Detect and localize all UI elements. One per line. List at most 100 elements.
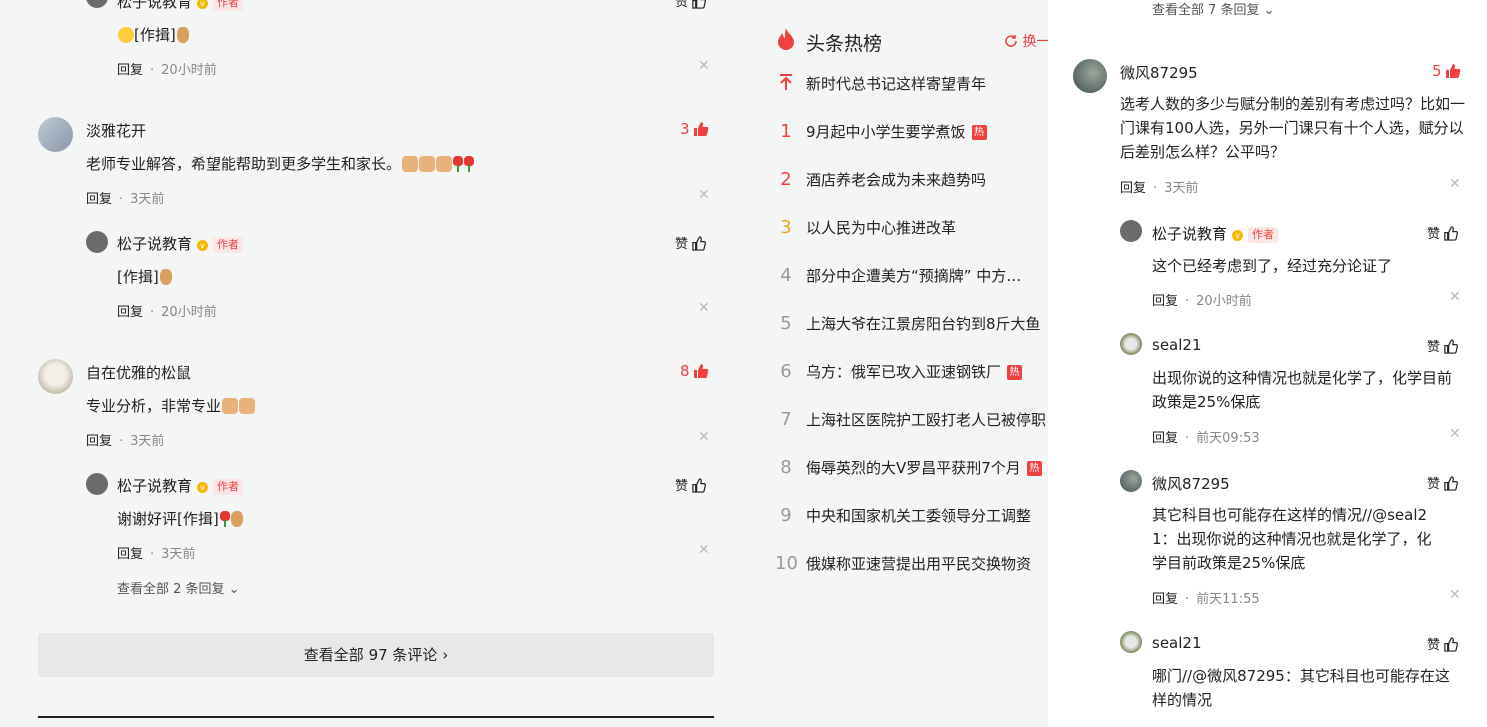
close-icon[interactable]: ✕ — [698, 187, 710, 203]
avatar[interactable] — [1120, 470, 1142, 492]
like-button[interactable]: 赞 — [675, 475, 707, 494]
hot-list-item[interactable]: 8 侮辱英烈的大V罗昌平获刑7个月热 — [775, 457, 1042, 481]
reply-button[interactable]: 回复 — [86, 192, 112, 207]
reply-meta: 回复 · 前天09:53 — [1152, 431, 1260, 446]
comment-meta: 回复 · 3天前 — [1120, 181, 1199, 196]
comment-author[interactable]: 松子说教育 v 作者 — [117, 0, 244, 12]
thumb-emoji-icon — [419, 156, 436, 172]
smile-emoji-icon — [118, 27, 134, 43]
hot-list-item-title: 侮辱英烈的大V罗昌平获刑7个月 — [806, 459, 1021, 477]
comment-time: 前天09:53 — [1196, 431, 1260, 446]
comment-meta: 回复 · 3天前 — [86, 192, 165, 207]
thumb-emoji-icon — [222, 398, 239, 414]
hot-list-item[interactable]: 3 以人民为中心推进改革 — [775, 217, 956, 241]
hot-list-item[interactable]: 5 上海大爷在江景房阳台钓到8斤大鱼 — [775, 313, 1040, 337]
avatar[interactable] — [1120, 220, 1142, 242]
thumb-up-icon — [1444, 339, 1459, 354]
reply-button[interactable]: 回复 — [1152, 294, 1178, 309]
close-icon[interactable]: ✕ — [698, 429, 710, 445]
reply-text: [作揖] — [117, 266, 172, 287]
reply-meta: 回复 · 20小时前 — [1152, 294, 1252, 309]
avatar[interactable] — [1073, 59, 1107, 93]
reply-text: 其它科目也可能存在这样的情况//@seal21：出现你说的这种情况也就是化学了，… — [1152, 506, 1432, 572]
comment-author[interactable]: 淡雅花开 — [86, 120, 146, 141]
comment-author[interactable]: 微风87295 — [1120, 62, 1198, 83]
reply-button[interactable]: 回复 — [1152, 592, 1178, 607]
hot-list-item[interactable]: 2 酒店养老会成为未来趋势吗 — [775, 169, 986, 193]
reply-button[interactable]: 回复 — [117, 305, 143, 320]
avatar[interactable] — [38, 117, 73, 152]
thumb-emoji-icon — [239, 398, 256, 414]
like-button[interactable]: 赞 — [675, 0, 707, 10]
comment-author[interactable]: 自在优雅的松鼠 — [86, 362, 191, 383]
reply-text: 谢谢好评[作揖] — [117, 508, 243, 529]
comment-time: 20小时前 — [161, 305, 217, 320]
hot-list-panel: 头条热榜 换一 新时代总书记这样寄望青年 1 9月起中小学生要学煮饭热 2 酒店养老会成… — [760, 0, 1048, 727]
close-icon[interactable]: ✕ — [698, 542, 710, 558]
hot-list-item-title: 上海社区医院护工殴打老人已被停职 — [806, 411, 1047, 429]
reply-button[interactable]: 回复 — [117, 63, 143, 78]
avatar[interactable] — [1120, 631, 1142, 653]
reply-meta: 回复 · 前天11:55 — [1152, 592, 1260, 607]
change-batch-button[interactable]: 换一 — [1004, 31, 1048, 51]
reply-meta: 回复 · 20小时前 — [117, 305, 217, 320]
close-icon[interactable]: ✕ — [1449, 176, 1461, 192]
reply-meta: 回复 · 3天前 — [117, 547, 196, 562]
close-icon[interactable]: ✕ — [1449, 587, 1461, 603]
hot-list-item-title: 乌方：俄军已攻入亚速钢铁厂 — [806, 363, 1002, 381]
like-button[interactable]: 3 — [680, 120, 709, 138]
hot-tag-badge: 热 — [971, 125, 987, 140]
hot-list-item[interactable]: 10 俄媒称亚速营提出用平民交换物资 — [775, 553, 1031, 577]
like-button[interactable]: 赞 — [1427, 634, 1459, 653]
view-all-replies-link[interactable]: 查看全部 7 条回复 ⌄ — [1152, 0, 1275, 18]
hot-list-item[interactable]: 4 部分中企遭美方“预摘牌” 中方… — [775, 265, 1021, 289]
reply-author[interactable]: seal21 — [1152, 336, 1202, 354]
hot-rank: 7 — [780, 409, 792, 430]
avatar[interactable] — [38, 359, 73, 394]
hot-list-item[interactable]: 9 中央和国家机关工委领导分工调整 — [775, 505, 1031, 529]
avatar[interactable] — [86, 231, 108, 253]
hot-list-item[interactable]: 1 9月起中小学生要学煮饭热 — [775, 121, 987, 145]
divider — [38, 716, 714, 718]
hot-list-item[interactable]: 新时代总书记这样寄望青年 — [775, 73, 986, 97]
rose-emoji-icon — [453, 156, 464, 172]
like-button[interactable]: 5 — [1432, 62, 1461, 80]
reply-button[interactable]: 回复 — [1120, 181, 1146, 196]
reply-button[interactable]: 回复 — [86, 434, 112, 449]
close-icon[interactable]: ✕ — [698, 58, 710, 74]
reply-author[interactable]: 松子说教育 v 作者 — [117, 233, 244, 254]
avatar[interactable] — [86, 0, 108, 8]
comment-time: 前天11:55 — [1196, 592, 1260, 607]
reply-author[interactable]: 松子说教育 v 作者 — [1152, 223, 1279, 244]
view-all-replies-link[interactable]: 查看全部 2 条回复 ⌄ — [117, 578, 240, 597]
close-icon[interactable]: ✕ — [1449, 289, 1461, 305]
like-button[interactable]: 赞 — [675, 233, 707, 252]
reply-author[interactable]: 松子说教育 v 作者 — [117, 475, 244, 496]
like-button[interactable]: 赞 — [1427, 336, 1459, 355]
rose-emoji-icon — [464, 156, 475, 172]
like-button[interactable]: 8 — [680, 362, 709, 380]
verified-icon: v — [197, 0, 209, 9]
hot-list-item-title: 俄媒称亚速营提出用平民交换物资 — [806, 555, 1032, 573]
reply-author[interactable]: 微风87295 — [1152, 473, 1230, 494]
avatar[interactable] — [86, 473, 108, 495]
hot-list-item[interactable]: 7 上海社区医院护工殴打老人已被停职 — [775, 409, 1046, 433]
like-button[interactable]: 赞 — [1427, 473, 1459, 492]
hot-rank: 2 — [780, 169, 792, 190]
comment-time: 20小时前 — [161, 63, 217, 78]
reply-author[interactable]: seal21 — [1152, 634, 1202, 652]
hot-list-item-title: 部分中企遭美方“预摘牌” 中方… — [806, 267, 1022, 285]
reply-button[interactable]: 回复 — [117, 547, 143, 562]
like-button[interactable]: 赞 — [1427, 223, 1459, 242]
reply-button[interactable]: 回复 — [1152, 431, 1178, 446]
comment-list: 松子说教育 v 作者 赞 [作揖] 回复 · 20小时前 ✕ 淡雅花开 3 老师专业解答… — [0, 0, 760, 727]
thumb-emoji-icon — [436, 156, 453, 172]
hot-rank: 8 — [780, 457, 792, 478]
close-icon[interactable]: ✕ — [1449, 426, 1461, 442]
avatar[interactable] — [1120, 333, 1142, 355]
hot-list-item[interactable]: 6 乌方：俄军已攻入亚速钢铁厂热 — [775, 361, 1023, 385]
close-icon[interactable]: ✕ — [698, 300, 710, 316]
view-all-comments-button[interactable]: 查看全部 97 条评论 › — [38, 633, 714, 677]
hot-rank: 1 — [780, 121, 792, 142]
hot-rank: 10 — [775, 553, 798, 574]
